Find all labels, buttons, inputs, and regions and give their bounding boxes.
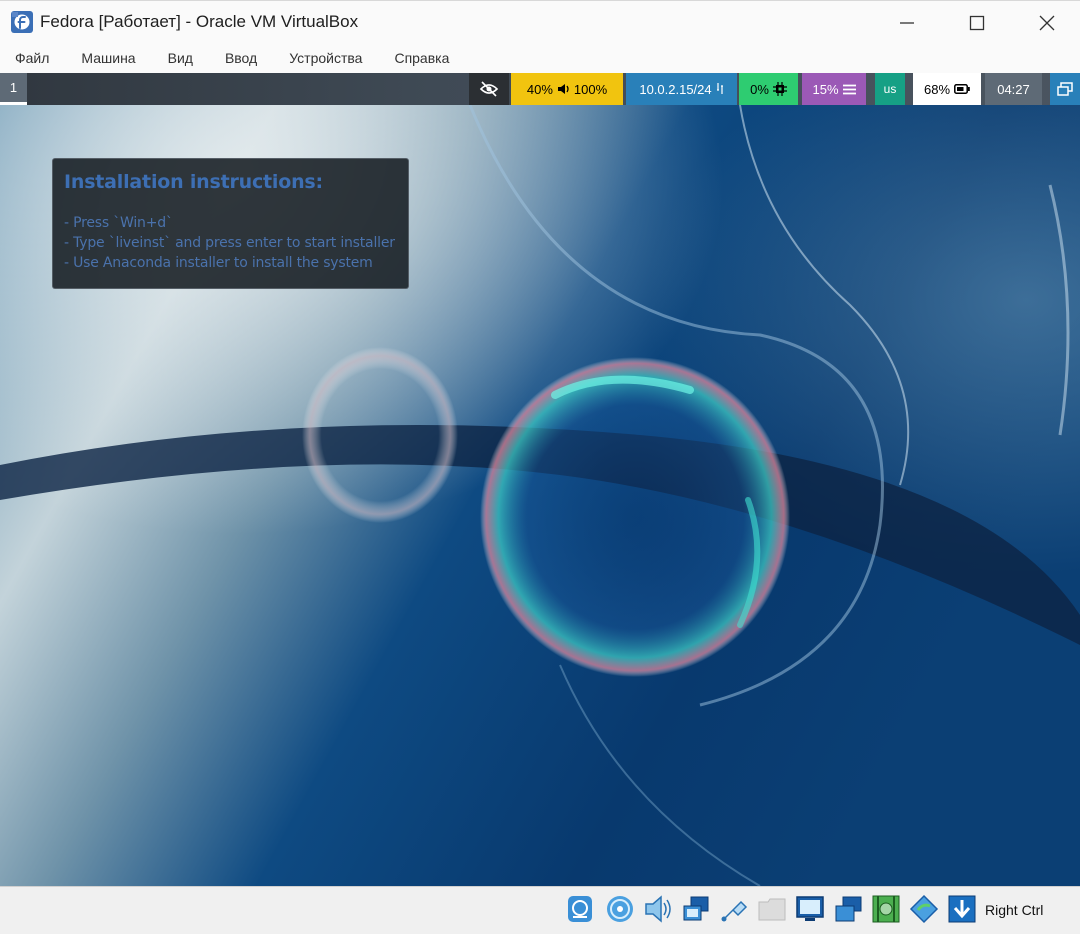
minimize-icon: [900, 22, 914, 24]
memory-module[interactable]: 15%: [802, 73, 866, 105]
menu-input[interactable]: Ввод: [209, 44, 273, 73]
minimize-button[interactable]: [872, 1, 942, 45]
workspace-button[interactable]: 1: [0, 73, 27, 105]
volume-value: 100%: [573, 81, 608, 97]
cpu-value: 0%: [750, 81, 769, 97]
clock-module[interactable]: 04:27: [985, 73, 1042, 105]
shared-folder-icon[interactable]: [757, 894, 787, 924]
fedora-logo-icon: [11, 11, 33, 33]
optical-disk-icon[interactable]: [605, 894, 635, 924]
host-key-label: Right Ctrl: [985, 902, 1044, 918]
menu-view[interactable]: Вид: [152, 44, 209, 73]
menu-bar: Файл Машина Вид Ввод Устройства Справка: [0, 44, 1080, 73]
memory-icon: [842, 84, 856, 94]
guest-status-bar: 1 40% 100% 10.0.2.15/24 0% 15% us 68% 04…: [0, 73, 1080, 105]
battery-icon: [954, 84, 970, 94]
window-title-bar[interactable]: Fedora [Работает] - Oracle VM VirtualBox: [0, 0, 1080, 44]
notice-line: - Press `Win+d`: [64, 215, 173, 231]
guest-desktop[interactable]: Installation instructions: - Press `Win+…: [0, 105, 1080, 886]
cpu-module[interactable]: 0%: [739, 73, 798, 105]
tray-module[interactable]: [1050, 73, 1080, 105]
menu-devices[interactable]: Устройства: [273, 44, 378, 73]
keyboard-layout-value: us: [883, 82, 897, 96]
notice-line: - Use Anaconda installer to install the …: [64, 255, 373, 271]
backlight-volume-module[interactable]: 40% 100%: [511, 73, 623, 105]
eye-slash-icon: [479, 81, 499, 97]
keyboard-layout-module[interactable]: us: [875, 73, 905, 105]
menu-machine[interactable]: Машина: [65, 44, 151, 73]
display-icon[interactable]: [795, 894, 825, 924]
close-icon: [1039, 15, 1055, 31]
maximize-icon: [969, 15, 985, 31]
maximize-button[interactable]: [942, 1, 1012, 45]
network-module[interactable]: 10.0.2.15/24: [626, 73, 737, 105]
installation-notice: Installation instructions: - Press `Win+…: [52, 158, 409, 289]
recording-icon[interactable]: [833, 894, 863, 924]
speaker-icon: [557, 84, 569, 94]
menu-file[interactable]: Файл: [0, 44, 65, 73]
window-icon: [1057, 82, 1073, 96]
hard-disk-icon[interactable]: [565, 894, 595, 924]
ethernet-icon: [716, 83, 723, 94]
mouse-integration-icon[interactable]: [909, 894, 939, 924]
clock-value: 04:27: [997, 81, 1030, 97]
network-value: 10.0.2.15/24: [639, 81, 712, 97]
cpu-chip-icon: [772, 82, 787, 96]
close-button[interactable]: [1012, 1, 1080, 45]
cpu-icon[interactable]: [871, 894, 901, 924]
notice-title: Installation instructions:: [64, 171, 323, 193]
idle-inhibitor-module[interactable]: [469, 73, 509, 105]
battery-value: 68%: [923, 81, 951, 97]
window-title: Fedora [Работает] - Oracle VM VirtualBox: [40, 12, 359, 31]
battery-module[interactable]: 68%: [913, 73, 981, 105]
usb-icon[interactable]: [719, 894, 749, 924]
vm-status-bar: Right Ctrl: [0, 886, 1080, 934]
network-icon[interactable]: [681, 894, 711, 924]
menu-help[interactable]: Справка: [378, 44, 465, 73]
audio-icon[interactable]: [643, 894, 673, 924]
backlight-value: 40%: [526, 81, 553, 97]
keyboard-capture-icon[interactable]: [947, 894, 977, 924]
notice-line: - Type `liveinst` and press enter to sta…: [64, 235, 395, 251]
memory-value: 15%: [812, 81, 839, 97]
